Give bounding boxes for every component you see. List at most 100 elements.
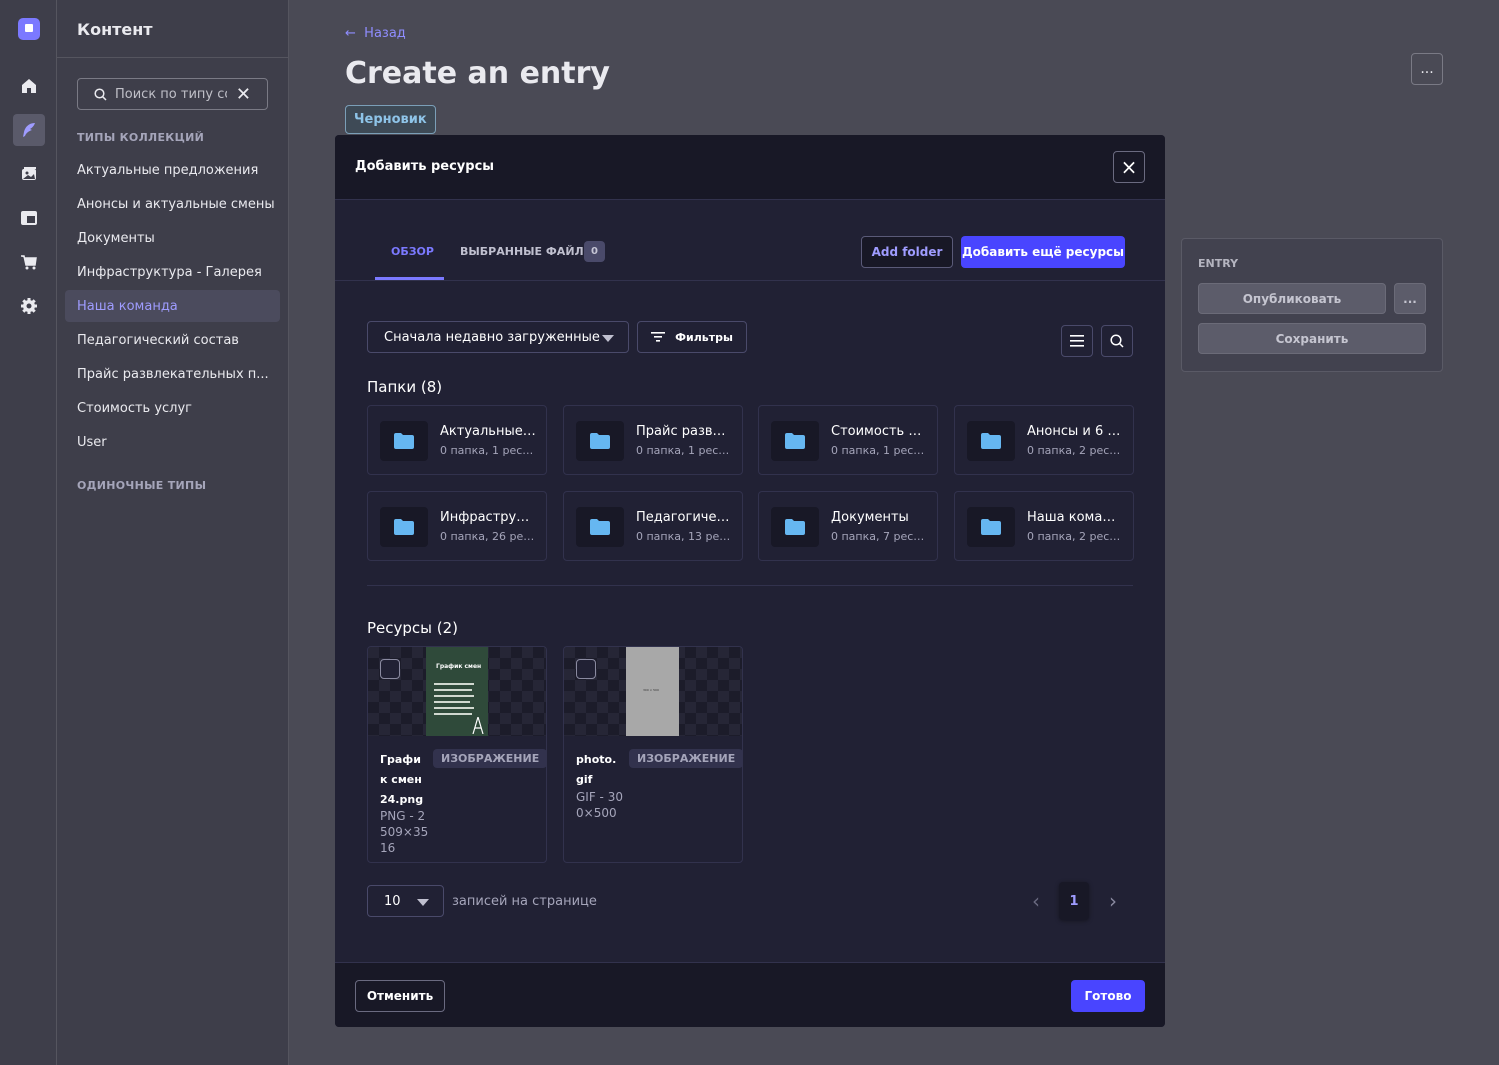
thumbnail-title: График смен — [436, 663, 482, 670]
asset-checkbox[interactable] — [380, 659, 400, 679]
media-library-icon[interactable] — [13, 158, 45, 190]
strapi-logo-icon[interactable] — [18, 18, 40, 40]
folder-meta: 0 папка, 2 ресурса — [1027, 444, 1123, 457]
folder-name: Прайс развлекательных программ — [636, 424, 732, 439]
modal-title: Добавить ресурсы — [355, 159, 495, 174]
save-button[interactable]: Сохранить — [1198, 323, 1426, 354]
more-button[interactable]: ... — [1411, 53, 1443, 85]
settings-icon[interactable] — [13, 290, 45, 322]
page-size-select[interactable]: 10 — [367, 885, 444, 917]
next-page-icon[interactable]: › — [1097, 882, 1129, 920]
folder-meta: 0 папка, 1 ресурс — [440, 444, 536, 457]
folder-icon — [576, 421, 624, 461]
folder-card[interactable]: Актуальные предложения 0 папка, 1 ресурс — [367, 405, 547, 475]
asset-checkbox[interactable] — [576, 659, 596, 679]
search-icon — [1110, 334, 1124, 348]
folder-card[interactable]: Прайс развлекательных программ 0 папка, 1… — [563, 405, 743, 475]
subnav-item[interactable]: Документы — [65, 222, 280, 254]
subnav-title: Контент — [77, 20, 153, 39]
tab-selected-files[interactable]: ВЫБРАННЫЕ ФАЙЛЫ — [460, 245, 595, 258]
subnav-item[interactable]: Актуальные предложения — [65, 154, 280, 186]
content-icon[interactable] — [13, 114, 45, 146]
publish-button[interactable]: Опубликовать — [1198, 283, 1386, 314]
folder-name: Стоимость услуг — [831, 424, 927, 439]
list-view-button[interactable] — [1061, 325, 1093, 357]
home-icon[interactable] — [13, 70, 45, 102]
close-icon[interactable]: × — [1113, 151, 1145, 183]
back-link[interactable]: ← Назад — [345, 26, 406, 41]
back-label: Назад — [364, 26, 406, 41]
page-title: Create an entry — [345, 56, 610, 91]
folder-name: Анонсы и 6 смен — [1027, 424, 1123, 439]
folder-card[interactable]: Документы 0 папка, 7 ресурсов — [758, 491, 938, 561]
folder-icon — [771, 421, 819, 461]
prev-page-icon[interactable]: ‹ — [1020, 882, 1052, 920]
sort-select[interactable]: Сначала недавно загруженные — [367, 321, 629, 353]
folder-name: Инфраструктура — [440, 510, 536, 525]
subnav-item[interactable]: Стоимость услуг — [65, 392, 280, 424]
caret-down-icon — [602, 335, 614, 342]
folder-icon — [967, 507, 1015, 547]
search-input[interactable]: Поиск по типу содержимого — [115, 87, 227, 102]
subnav-item[interactable]: Инфраструктура - Галерея — [65, 256, 280, 288]
folder-meta: 0 папка, 2 ресурса — [1027, 530, 1123, 543]
selected-count-badge: 0 — [584, 241, 605, 262]
add-folder-button[interactable]: Add folder — [861, 236, 953, 268]
modal-footer: Отменить Готово — [335, 962, 1165, 1027]
subnav-search[interactable]: Поиск по типу содержимого ✕ — [77, 78, 268, 110]
folder-meta: 0 папка, 1 ресурс — [636, 444, 732, 457]
assets-title: Ресурсы (2) — [367, 619, 459, 637]
folder-name: Актуальные предложения — [440, 424, 536, 439]
asset-card[interactable]: 300 × 500 photo.gif ИЗОБРАЖЕНИЕ GIF - 30… — [563, 646, 743, 863]
list-icon — [1070, 335, 1084, 347]
subnav-item[interactable]: Анонсы и актуальные смены — [65, 188, 280, 220]
marketplace-icon[interactable] — [13, 246, 45, 278]
single-types-header: ОДИНОЧНЫЕ ТИПЫ — [77, 479, 207, 492]
subnav-item[interactable]: User — [65, 426, 280, 458]
search-assets-button[interactable] — [1101, 325, 1133, 357]
subnav-item[interactable]: Прайс развлекательных п... — [65, 358, 280, 390]
folder-icon — [967, 421, 1015, 461]
active-tab-indicator — [375, 277, 444, 280]
done-button[interactable]: Готово — [1071, 980, 1145, 1012]
folder-card[interactable]: Анонсы и 6 смен 0 папка, 2 ресурса — [954, 405, 1134, 475]
modal-tabs: ОБЗОР ВЫБРАННЫЕ ФАЙЛЫ 0 Add folder Добав… — [335, 200, 1165, 281]
asset-card[interactable]: График смен График смен 24.png ИЗОБРАЖЕН… — [367, 646, 547, 863]
caret-down-icon — [417, 899, 429, 906]
folder-icon — [380, 421, 428, 461]
search-icon — [94, 87, 107, 101]
filter-icon — [651, 332, 666, 342]
add-more-assets-button[interactable]: Добавить ещё ресурсы — [961, 236, 1125, 268]
tab-browse[interactable]: ОБЗОР — [391, 245, 434, 258]
filters-button[interactable]: Фильтры — [637, 321, 747, 353]
folder-name: Педагогический состав — [636, 510, 732, 525]
entry-label: ENTRY — [1198, 257, 1239, 270]
page-1-button[interactable]: 1 — [1059, 882, 1089, 920]
folder-name: Документы — [831, 510, 909, 525]
folder-card[interactable]: Педагогический состав 0 папка, 13 ресурсо… — [563, 491, 743, 561]
asset-type-badge: ИЗОБРАЖЕНИЕ — [433, 749, 546, 768]
folder-icon — [771, 507, 819, 547]
main-nav — [0, 0, 57, 1065]
folder-meta: 0 папка, 26 ресурсов — [440, 530, 536, 543]
asset-name: photo.gif — [576, 753, 617, 786]
page-size-value: 10 — [384, 893, 401, 909]
folder-meta: 0 папка, 1 ресурс — [831, 444, 927, 457]
cancel-button[interactable]: Отменить — [355, 980, 445, 1012]
folder-meta: 0 папка, 7 ресурсов — [831, 530, 927, 543]
folder-card[interactable]: Стоимость услуг 0 папка, 1 ресурс — [758, 405, 938, 475]
subnav-item[interactable]: Педагогический состав — [65, 324, 280, 356]
filters-label: Фильтры — [675, 330, 733, 344]
subnav-item-active[interactable]: Наша команда — [65, 290, 280, 322]
folder-meta: 0 папка, 13 ресурсов — [636, 530, 732, 543]
publish-more-button[interactable]: ... — [1394, 283, 1426, 314]
folder-card[interactable]: Наша команда 0 папка, 2 ресурса — [954, 491, 1134, 561]
asset-name: График смен 24.png — [380, 753, 424, 806]
folder-card[interactable]: Инфраструктура 0 папка, 26 ресурсов — [367, 491, 547, 561]
sort-value: Сначала недавно загруженные — [384, 329, 600, 345]
folder-name: Наша команда — [1027, 510, 1123, 525]
clear-search-icon[interactable]: ✕ — [236, 84, 251, 105]
asset-type-badge: ИЗОБРАЖЕНИЕ — [629, 749, 742, 768]
divider — [57, 57, 288, 58]
content-type-builder-icon[interactable] — [13, 202, 45, 234]
